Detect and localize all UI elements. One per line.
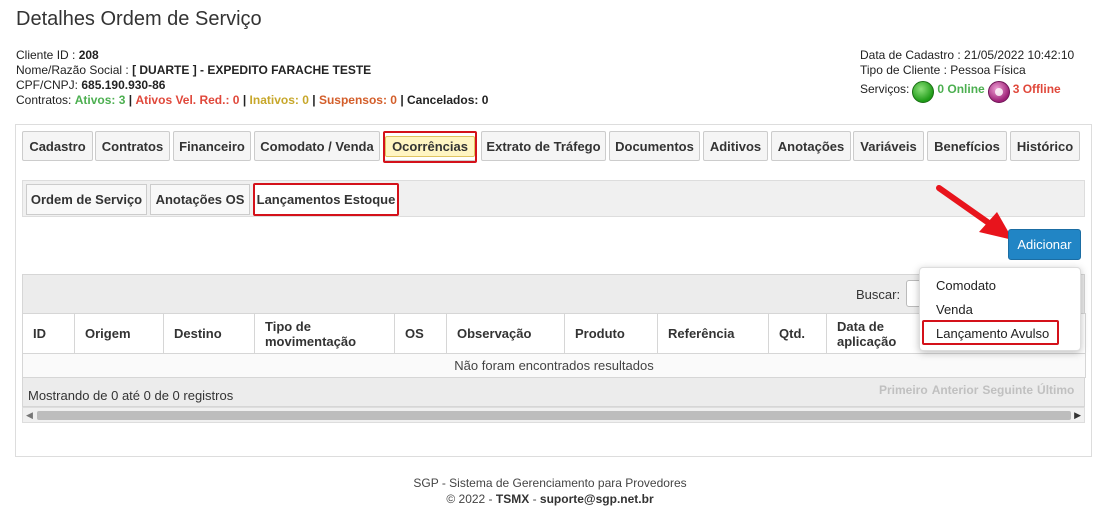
- client-type: Tipo de Cliente : Pessoa Física: [860, 63, 1026, 77]
- contracts-label: Contratos:: [16, 93, 72, 107]
- tab-ocorrencias[interactable]: Ocorrências: [384, 131, 476, 161]
- scroll-right-icon[interactable]: ▶: [1074, 410, 1081, 421]
- offline-count[interactable]: 3 Offline: [1013, 82, 1061, 97]
- pagination: Primeiro Anterior Seguinte Último: [879, 383, 1074, 397]
- page-prev[interactable]: Anterior: [932, 383, 979, 397]
- records-info: Mostrando de 0 até 0 de 0 registros: [28, 388, 234, 403]
- sep: |: [128, 93, 133, 107]
- footer-dash: -: [532, 492, 537, 506]
- page-next[interactable]: Seguinte: [982, 383, 1033, 397]
- col-observacao[interactable]: Observação: [446, 313, 565, 354]
- client-info: Cliente ID : 208 Nome/Razão Social : [ D…: [16, 48, 488, 108]
- page-title: Detalhes Ordem de Serviço: [16, 8, 262, 30]
- offline-status-icon[interactable]: [987, 81, 1010, 103]
- tab-financeiro[interactable]: Financeiro: [173, 131, 251, 161]
- services-label: Serviços:: [860, 81, 910, 96]
- sep: |: [242, 93, 247, 107]
- footer-line2: © 2022 - TSMX - suporte@sgp.net.br: [0, 492, 1100, 506]
- client-id-label: Cliente ID :: [16, 48, 76, 62]
- contracts-suspensos: Suspensos: 0: [318, 93, 397, 107]
- footer-copyright: © 2022 -: [446, 492, 493, 506]
- col-id[interactable]: ID: [22, 313, 75, 354]
- online-count[interactable]: 0 Online: [937, 82, 984, 97]
- col-qtd[interactable]: Qtd.: [768, 313, 827, 354]
- scroll-left-icon[interactable]: ◀: [26, 410, 33, 421]
- tab-historico[interactable]: Histórico: [1010, 131, 1080, 161]
- client-doc-value: 685.190.930-86: [81, 78, 166, 92]
- client-name-value: [ DUARTE ] - EXPEDITO FARACHE TESTE: [132, 63, 372, 77]
- empty-message: Não foram encontrados resultados: [22, 353, 1086, 378]
- contracts-cancelados: Cancelados: 0: [407, 93, 489, 107]
- footer-email[interactable]: suporte@sgp.net.br: [540, 492, 654, 506]
- cadastro-date: Data de Cadastro : 21/05/2022 10:42:10: [860, 48, 1075, 62]
- scrollbar-thumb[interactable]: [37, 411, 1071, 420]
- tab-aditivos[interactable]: Aditivos: [703, 131, 768, 161]
- tab-anotacoes[interactable]: Anotações: [771, 131, 851, 161]
- online-status-icon[interactable]: [912, 81, 935, 103]
- menu-item-venda[interactable]: Venda: [936, 302, 973, 317]
- tab-documentos[interactable]: Documentos: [609, 131, 700, 161]
- tab-ocorrencias-label: Ocorrências: [385, 135, 475, 157]
- add-button[interactable]: Adicionar: [1008, 229, 1081, 260]
- col-os[interactable]: OS: [394, 313, 447, 354]
- tab-beneficios[interactable]: Benefícios: [927, 131, 1007, 161]
- contracts-inativos: Inativos: 0: [249, 93, 309, 107]
- tab-variaveis[interactable]: Variáveis: [853, 131, 924, 161]
- client-meta: Data de Cadastro : 21/05/2022 10:42:10 T…: [860, 48, 1075, 103]
- tab-cadastro[interactable]: Cadastro: [22, 131, 93, 161]
- client-id-value: 208: [78, 48, 99, 62]
- search-label: Buscar:: [856, 287, 901, 302]
- contracts-ativos: Ativos: 3: [74, 93, 126, 107]
- subtab-ordem-servico[interactable]: Ordem de Serviço: [26, 184, 147, 215]
- col-origem[interactable]: Origem: [74, 313, 164, 354]
- add-dropdown-menu: Comodato Venda Lançamento Avulso: [919, 267, 1081, 351]
- red-arrow-annotation: [936, 185, 1013, 240]
- col-data-aplicacao-label: Data de aplicação: [837, 318, 897, 349]
- horizontal-scrollbar[interactable]: ◀ ▶: [22, 407, 1085, 423]
- footer-company: TSMX: [495, 492, 530, 506]
- client-name-label: Nome/Razão Social :: [16, 63, 129, 77]
- page-last[interactable]: Último: [1037, 383, 1074, 397]
- tab-comodato-venda[interactable]: Comodato / Venda: [254, 131, 380, 161]
- sep: |: [400, 93, 404, 107]
- col-produto[interactable]: Produto: [564, 313, 658, 354]
- sep: |: [312, 93, 316, 107]
- col-tipo-movimentacao[interactable]: Tipo de movimentação: [254, 313, 395, 354]
- table-row: Não foram encontrados resultados: [22, 353, 1086, 378]
- subtab-lancamentos-estoque[interactable]: Lançamentos Estoque: [254, 184, 398, 215]
- page-first[interactable]: Primeiro: [879, 383, 928, 397]
- footer-line1: SGP - Sistema de Gerenciamento para Prov…: [413, 476, 687, 490]
- contracts-ativos-vel: Ativos Vel. Red.: 0: [135, 93, 240, 107]
- tab-extrato-trafego[interactable]: Extrato de Tráfego: [481, 131, 606, 161]
- menu-item-comodato[interactable]: Comodato: [936, 278, 996, 293]
- client-doc-label: CPF/CNPJ:: [16, 78, 79, 92]
- contracts-summary: Contratos: Ativos: 3 | Ativos Vel. Red.:…: [16, 93, 488, 108]
- subtab-anotacoes-os[interactable]: Anotações OS: [150, 184, 250, 215]
- col-referencia[interactable]: Referência: [657, 313, 769, 354]
- services-status: Serviços: 0 Online 3 Offline: [860, 78, 1074, 103]
- tab-contratos[interactable]: Contratos: [95, 131, 170, 161]
- menu-item-lancamento-avulso[interactable]: Lançamento Avulso: [936, 326, 1049, 341]
- col-destino[interactable]: Destino: [163, 313, 255, 354]
